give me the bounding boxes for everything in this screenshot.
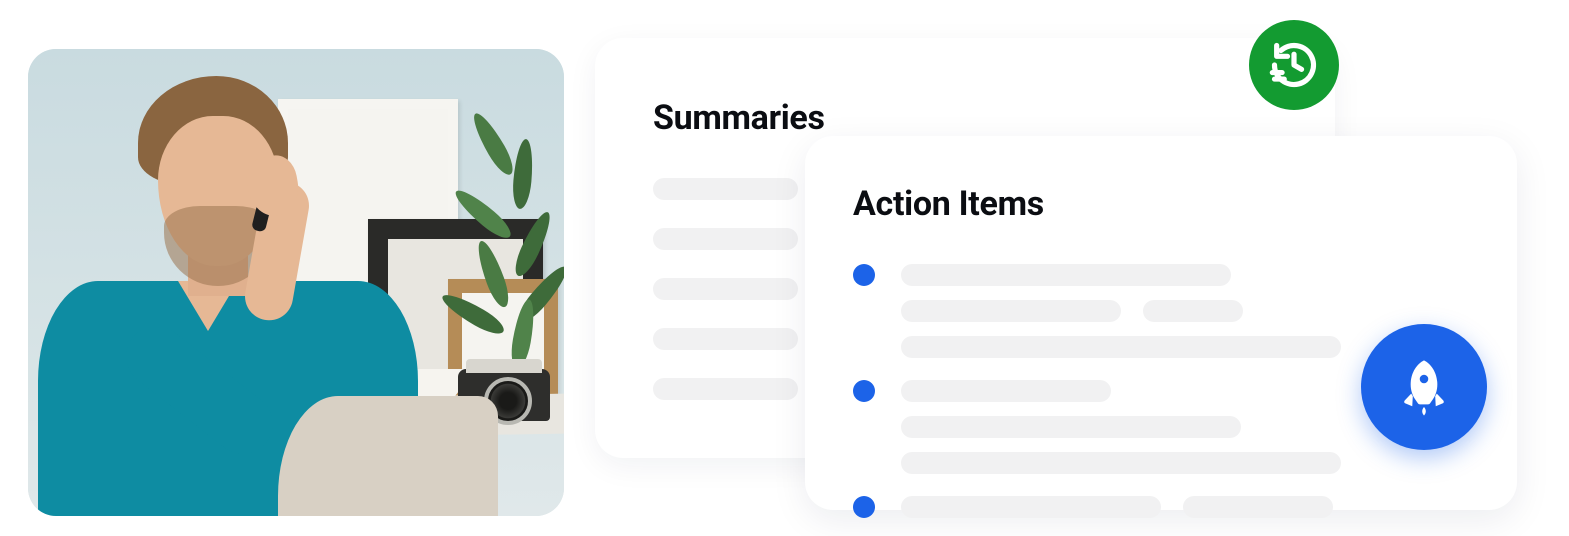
action-item-row [853, 496, 1455, 518]
launch-button[interactable] [1361, 324, 1487, 450]
action-item-placeholder [901, 264, 1455, 358]
summary-placeholder-line [653, 278, 798, 300]
action-item-row [853, 264, 1455, 358]
summary-placeholder-line [653, 178, 798, 200]
action-items-title: Action Items [853, 184, 1455, 224]
action-bullet-icon [853, 496, 875, 518]
history-badge [1249, 20, 1339, 110]
illustration-container: Summaries Action Items [0, 0, 1569, 536]
person-on-phone-photo [28, 49, 564, 516]
action-bullet-icon [853, 380, 875, 402]
action-item-placeholder [901, 496, 1455, 518]
action-items-card: Action Items [805, 136, 1517, 510]
photo-scene [28, 49, 564, 516]
photo-person [28, 49, 448, 516]
summaries-title: Summaries [653, 98, 1277, 138]
action-bullet-icon [853, 264, 875, 286]
summary-placeholder-line [653, 328, 798, 350]
summary-placeholder-line [653, 228, 798, 250]
history-icon [1268, 39, 1320, 91]
summary-placeholder-line [653, 378, 798, 400]
rocket-icon [1392, 355, 1456, 419]
